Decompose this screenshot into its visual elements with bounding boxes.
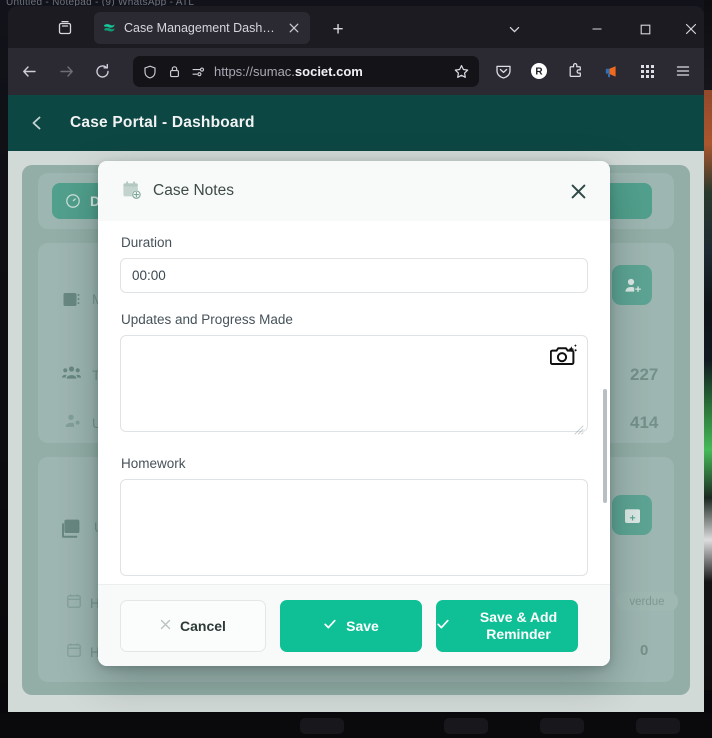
x-icon [160,618,171,633]
check-icon [323,617,337,634]
sumac-logo-icon [102,21,117,36]
navigation-toolbar: https://sumac.societ.com R [8,48,704,95]
hamburger-menu-icon[interactable] [671,59,695,83]
modal-scrollbar[interactable] [603,389,607,503]
duration-label: Duration [121,235,173,250]
web-page: Case Portal - Dashboard Das [8,95,704,712]
new-tab-button[interactable]: + [327,18,349,40]
window-close-icon[interactable] [680,18,702,40]
forward-arrow-icon [54,59,78,83]
tab-title: Case Management Dashboard [124,21,279,35]
resize-grip-icon[interactable] [573,422,584,435]
save-and-add-reminder-label: Save & Add Reminder [479,608,558,642]
desktop-wallpaper-strip-top [704,0,712,90]
duration-input[interactable] [120,258,588,293]
chevron-down-icon[interactable] [503,18,525,40]
maximize-icon[interactable] [634,18,656,40]
homework-textarea[interactable] [120,479,588,576]
r-account-icon[interactable]: R [527,59,551,83]
save-button[interactable]: Save [280,599,422,652]
back-arrow-icon[interactable] [17,59,41,83]
taskbar[interactable] [0,714,712,738]
star-icon[interactable] [452,63,470,81]
save-button-label: Save [346,617,379,634]
cancel-button[interactable]: Cancel [120,599,266,652]
modal-footer: Cancel Save Save & Add Reminder [98,584,610,666]
updates-textarea-wrap [120,335,588,437]
tab-strip: Case Management Dashboard + [8,6,704,48]
screen: Untitled - Notepad - (9) WhatsApp - ATL [0,0,712,738]
save-and-add-reminder-button[interactable]: Save & Add Reminder [436,599,578,652]
calendar-plus-icon [121,180,143,202]
minimize-icon[interactable] [586,18,608,40]
tab-list-icon[interactable] [54,17,76,39]
reload-icon[interactable] [90,59,114,83]
browser-tab[interactable]: Case Management Dashboard [94,12,310,44]
lock-icon[interactable] [166,64,182,80]
svg-text:R: R [535,67,543,78]
case-notes-modal: Case Notes Duration Updates and Progress… [98,161,610,666]
tab-close-icon[interactable] [286,20,302,36]
url-bar[interactable]: https://sumac.societ.com [133,56,479,87]
modal-title: Case Notes [153,182,234,199]
updates-textarea[interactable] [120,335,588,432]
check-icon [436,617,450,635]
cancel-button-label: Cancel [180,617,226,634]
url-text[interactable]: https://sumac.societ.com [214,64,444,79]
camera-sparkle-icon[interactable] [549,343,578,369]
megaphone-icon[interactable] [599,59,623,83]
extensions-icon[interactable] [563,59,587,83]
apps-grid-icon[interactable] [635,59,659,83]
page-settings-icon[interactable] [190,64,206,80]
modal-body[interactable]: Duration Updates and Progress Made [98,221,610,584]
homework-label: Homework [121,456,186,471]
updates-label: Updates and Progress Made [121,312,293,327]
close-icon[interactable] [566,179,590,203]
modal-header: Case Notes [98,161,610,221]
pocket-icon[interactable] [491,59,515,83]
shield-icon[interactable] [142,64,158,80]
browser-window: Case Management Dashboard + https://suma… [8,6,704,712]
